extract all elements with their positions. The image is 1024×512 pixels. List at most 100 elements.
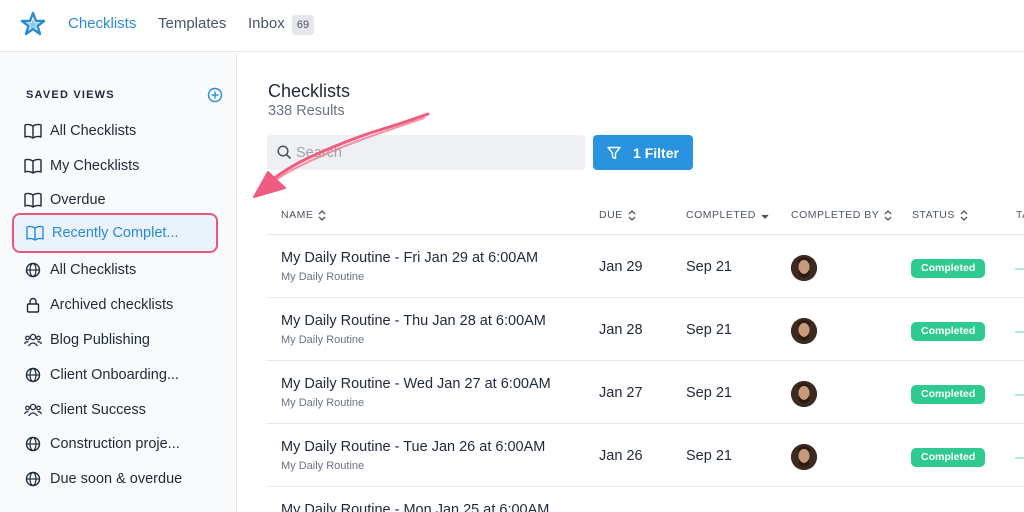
filter-icon (607, 146, 621, 159)
checklist-template: My Daily Routine (281, 397, 365, 409)
search-box[interactable] (267, 135, 585, 170)
sidebar-item-all-checklists-global[interactable]: All Checklists (24, 259, 136, 281)
table-row[interactable]: My Daily Routine - Mon Jan 25 at 6:00AM (267, 486, 1024, 512)
column-header-label: COMPLETED BY (791, 209, 880, 221)
avatar (791, 444, 817, 470)
search-input[interactable] (296, 144, 566, 161)
checklist-name[interactable]: My Daily Routine - Thu Jan 28 at 6:00AM (281, 313, 546, 329)
filter-button-label: 1 Filter (633, 144, 679, 161)
globe-icon (24, 470, 42, 488)
sidebar-item-label: Client Success (50, 402, 146, 418)
column-header-label: TA (1016, 209, 1024, 221)
checklist-name[interactable]: My Daily Routine - Mon Jan 25 at 6:00AM (281, 502, 549, 512)
sort-icon (960, 209, 968, 221)
book-icon (24, 191, 42, 209)
users-icon (24, 331, 42, 349)
table-row[interactable]: My Daily Routine - Thu Jan 28 at 6:00AM … (267, 297, 1024, 360)
due-date: Jan 29 (599, 259, 643, 275)
column-header-completed-by[interactable]: COMPLETED BY (791, 209, 892, 221)
sidebar-item-label: Overdue (50, 192, 106, 208)
sidebar-item-label: Archived checklists (50, 297, 174, 313)
sidebar-item-label: My Checklists (50, 158, 140, 174)
filter-button[interactable]: 1 Filter (593, 135, 693, 170)
completed-date: Sep 21 (686, 448, 732, 464)
checklist-template: My Daily Routine (281, 460, 365, 472)
saved-views-title: SAVED VIEWS (26, 89, 115, 101)
column-header-label: STATUS (912, 209, 955, 221)
book-icon (26, 224, 44, 242)
column-header-name[interactable]: NAME (281, 209, 326, 221)
checklist-template: My Daily Routine (281, 271, 365, 283)
status-badge: Completed (911, 259, 986, 278)
sidebar-item-archived-checklists[interactable]: Archived checklists (24, 294, 173, 316)
globe-icon (24, 366, 42, 384)
completed-date: Sep 21 (686, 322, 732, 338)
checklist-name[interactable]: My Daily Routine - Wed Jan 27 at 6:00AM (281, 376, 551, 392)
sidebar-item-due-soon-overdue[interactable]: Due soon & overdue (24, 468, 182, 490)
due-date: Jan 28 (599, 322, 643, 338)
nav-checklists[interactable]: Checklists (68, 15, 136, 32)
sidebar-item-label: All Checklists (50, 262, 137, 278)
sidebar-item-all-checklists[interactable]: All Checklists (24, 120, 136, 142)
sidebar-item-label: Blog Publishing (50, 332, 150, 348)
tasks-progress (1015, 331, 1024, 333)
sidebar-item-recently-completed[interactable]: Recently Complet... (12, 213, 218, 253)
search-icon (277, 145, 292, 160)
star-logo-icon[interactable] (20, 11, 46, 37)
globe-icon (24, 435, 42, 453)
sidebar-item-label: Due soon & overdue (50, 471, 183, 487)
sort-icon (884, 209, 892, 221)
users-icon (24, 401, 42, 419)
sort-icon (318, 209, 326, 221)
table-row[interactable]: My Daily Routine - Tue Jan 26 at 6:00AM … (267, 423, 1024, 486)
lock-icon (24, 296, 42, 314)
nav-inbox[interactable]: Inbox (248, 15, 285, 32)
column-header-tasks[interactable]: TA (1016, 209, 1024, 221)
avatar (791, 381, 817, 407)
main-content: Checklists 338 Results 1 Filter NAME DUE… (238, 53, 1024, 512)
checklist-template: My Daily Routine (281, 334, 365, 346)
column-header-label: DUE (599, 209, 623, 221)
sidebar-item-label: All Checklists (50, 123, 137, 139)
book-icon (24, 122, 42, 140)
add-view-icon[interactable] (207, 87, 223, 103)
avatar (791, 318, 817, 344)
sidebar-item-label: Construction proje... (50, 436, 180, 452)
completed-date: Sep 21 (686, 385, 732, 401)
column-header-label: COMPLETED (686, 209, 756, 221)
avatar (791, 255, 817, 281)
sidebar-item-label: Client Onboarding... (50, 367, 179, 383)
tasks-progress (1015, 457, 1024, 459)
sort-icon (628, 209, 636, 221)
checklist-name[interactable]: My Daily Routine - Fri Jan 29 at 6:00AM (281, 250, 538, 266)
completed-date: Sep 21 (686, 259, 732, 275)
due-date: Jan 27 (599, 385, 643, 401)
status-badge: Completed (911, 385, 986, 404)
sidebar-item-my-checklists[interactable]: My Checklists (24, 155, 139, 177)
checklist-name[interactable]: My Daily Routine - Tue Jan 26 at 6:00AM (281, 439, 545, 455)
table-row[interactable]: My Daily Routine - Wed Jan 27 at 6:00AM … (267, 360, 1024, 423)
sidebar-item-client-onboarding[interactable]: Client Onboarding... (24, 364, 179, 386)
table-row[interactable]: My Daily Routine - Fri Jan 29 at 6:00AM … (267, 234, 1024, 297)
results-count: 338 Results (268, 103, 345, 119)
column-header-label: NAME (281, 209, 314, 221)
column-header-completed[interactable]: COMPLETED (686, 209, 769, 221)
status-badge: Completed (911, 448, 986, 467)
sidebar-item-overdue[interactable]: Overdue (24, 189, 106, 211)
column-header-status[interactable]: STATUS (912, 209, 968, 221)
nav-templates[interactable]: Templates (158, 15, 226, 32)
globe-icon (24, 261, 42, 279)
page-title: Checklists (268, 81, 351, 101)
sidebar-item-blog-publishing[interactable]: Blog Publishing (24, 329, 150, 351)
sidebar: SAVED VIEWS All Checklists My Checklists… (0, 53, 237, 512)
due-date: Jan 26 (599, 448, 643, 464)
sidebar-item-label: Recently Complet... (52, 225, 179, 241)
sidebar-item-construction-projects[interactable]: Construction proje... (24, 433, 180, 455)
tasks-progress (1015, 394, 1024, 396)
tasks-progress (1015, 268, 1024, 270)
status-badge: Completed (911, 322, 986, 341)
sort-desc-icon (761, 214, 769, 219)
column-header-due[interactable]: DUE (599, 209, 636, 221)
top-navbar: Checklists Templates Inbox 69 (0, 0, 1024, 52)
sidebar-item-client-success[interactable]: Client Success (24, 399, 146, 421)
